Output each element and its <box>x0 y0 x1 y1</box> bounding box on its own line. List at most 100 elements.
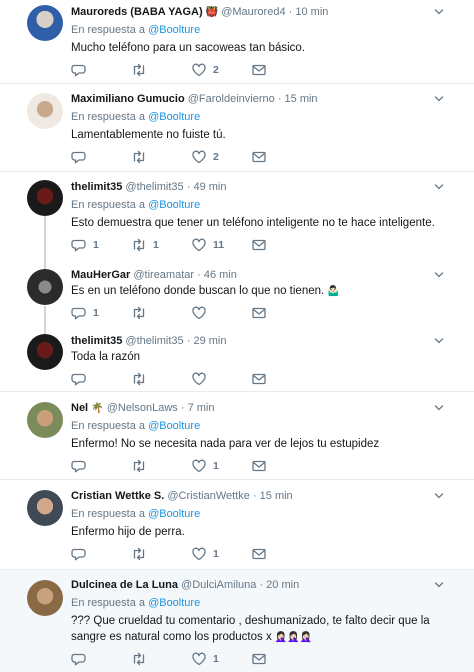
like-button[interactable]: 1 <box>191 458 219 474</box>
display-name[interactable]: thelimit35 <box>71 181 122 193</box>
reply-to-link[interactable]: @Boolture <box>148 111 200 123</box>
direct-message-button[interactable] <box>251 305 267 321</box>
retweet-button[interactable] <box>131 305 153 321</box>
tweet-text: Esto demuestra que tener un teléfono int… <box>71 217 435 229</box>
tweet-header: thelimit35 @thelimit35 · 29 min <box>71 335 226 347</box>
user-handle[interactable]: @CristianWettke <box>167 490 249 502</box>
tweet-text: Enfermo hijo de perra. <box>71 526 185 538</box>
reply-button[interactable] <box>71 458 93 474</box>
timestamp[interactable]: · 15 min <box>253 490 293 502</box>
retweet-button[interactable] <box>131 546 153 562</box>
direct-message-button[interactable] <box>251 62 267 78</box>
reply-button[interactable] <box>71 62 93 78</box>
retweet-button[interactable]: 1 <box>131 237 159 253</box>
reply-to-link[interactable]: @Boolture <box>148 597 200 609</box>
timestamp[interactable]: · 20 min <box>259 579 299 591</box>
direct-message-button[interactable] <box>251 458 267 474</box>
timestamp[interactable]: · 46 min <box>197 269 237 281</box>
like-button[interactable]: 1 <box>191 546 219 562</box>
tweet-text-body: ??? Que crueldad tu comentario , deshuma… <box>71 615 430 643</box>
direct-message-button[interactable] <box>251 371 267 387</box>
like-button[interactable]: 1 <box>191 651 219 667</box>
timestamp[interactable]: · 7 min <box>181 402 215 414</box>
tweet[interactable]: Maximiliano Gumucio @Faroldeinvierno · 1… <box>0 84 474 172</box>
avatar[interactable] <box>27 490 63 526</box>
reply-to-link[interactable]: @Boolture <box>148 508 200 520</box>
tweet[interactable]: thelimit35 @thelimit35 · 29 min Toda la … <box>0 326 474 392</box>
display-name[interactable]: thelimit35 <box>71 335 122 347</box>
reply-button[interactable]: 1 <box>71 237 99 253</box>
chevron-down-icon[interactable] <box>434 270 444 280</box>
display-name[interactable]: Nel <box>71 402 88 414</box>
tweet[interactable]: MauHerGar @tireamatar · 46 min Es en un … <box>0 260 474 326</box>
avatar[interactable] <box>27 334 63 370</box>
display-name[interactable]: Dulcinea de La Luna <box>71 579 178 591</box>
user-handle[interactable]: @NelsonLaws <box>107 402 178 414</box>
avatar[interactable] <box>27 93 63 129</box>
direct-message-button[interactable] <box>251 651 267 667</box>
reply-button[interactable]: 1 <box>71 305 99 321</box>
direct-message-button[interactable] <box>251 546 267 562</box>
timestamp[interactable]: · 29 min <box>187 335 227 347</box>
chevron-down-icon[interactable] <box>434 336 444 346</box>
reply-to-link[interactable]: @Boolture <box>148 420 200 432</box>
user-handle[interactable]: @DulciAmiluna <box>181 579 256 591</box>
reply-button[interactable] <box>71 651 93 667</box>
avatar[interactable] <box>27 269 63 305</box>
user-handle[interactable]: @tireamatar <box>133 269 194 281</box>
direct-message-button[interactable] <box>251 237 267 253</box>
chevron-down-icon[interactable] <box>434 491 444 501</box>
chevron-down-icon[interactable] <box>434 182 444 192</box>
reply-button[interactable] <box>71 546 93 562</box>
name-emoji: 🌴 <box>91 403 104 414</box>
display-name[interactable]: Cristian Wettke S. <box>71 490 164 502</box>
tweet[interactable]: Mauroreds (BABA YAGA) 👹 @Maurored4 · 10 … <box>0 0 474 84</box>
tweet[interactable]: Nel 🌴 @NelsonLaws · 7 min En respuesta a… <box>0 392 474 480</box>
timestamp[interactable]: · 15 min <box>278 93 318 105</box>
like-button[interactable]: 2 <box>191 149 219 165</box>
timestamp[interactable]: · 10 min <box>289 6 329 18</box>
retweet-button[interactable] <box>131 651 153 667</box>
chevron-down-icon[interactable] <box>434 580 444 590</box>
tweet[interactable]: thelimit35 @thelimit35 · 49 min En respu… <box>0 172 474 260</box>
user-handle[interactable]: @thelimit35 <box>125 181 183 193</box>
tweet-text: ??? Que crueldad tu comentario , deshuma… <box>71 613 454 646</box>
avatar[interactable] <box>27 402 63 438</box>
display-name[interactable]: Maximiliano Gumucio <box>71 93 185 105</box>
like-button[interactable] <box>191 371 213 387</box>
chevron-down-icon[interactable] <box>434 7 444 17</box>
reply-prefix: En respuesta a <box>71 597 145 609</box>
tweet-header: Maximiliano Gumucio @Faroldeinvierno · 1… <box>71 93 318 105</box>
reply-button[interactable] <box>71 149 93 165</box>
avatar[interactable] <box>27 580 63 616</box>
tweet-header: Cristian Wettke S. @CristianWettke · 15 … <box>71 490 293 502</box>
chevron-down-icon[interactable] <box>434 94 444 104</box>
user-handle[interactable]: @thelimit35 <box>125 335 183 347</box>
tweet-text: Toda la razón <box>71 351 141 363</box>
chevron-down-icon[interactable] <box>434 403 444 413</box>
retweet-icon <box>131 305 147 321</box>
mail-icon <box>251 371 267 387</box>
retweet-button[interactable] <box>131 62 153 78</box>
retweet-button[interactable] <box>131 149 153 165</box>
avatar[interactable] <box>27 5 63 41</box>
display-name[interactable]: MauHerGar <box>71 269 130 281</box>
avatar[interactable] <box>27 180 63 216</box>
retweet-button[interactable] <box>131 458 153 474</box>
mail-icon <box>251 149 267 165</box>
reply-to-link[interactable]: @Boolture <box>148 24 200 36</box>
reply-count: 1 <box>93 239 99 251</box>
tweet[interactable]: Dulcinea de La Luna @DulciAmiluna · 20 m… <box>0 570 474 672</box>
user-handle[interactable]: @Faroldeinvierno <box>188 93 275 105</box>
like-button[interactable]: 2 <box>191 62 219 78</box>
like-button[interactable] <box>191 305 213 321</box>
display-name[interactable]: Mauroreds (BABA YAGA) <box>71 6 203 18</box>
like-button[interactable]: 11 <box>191 237 224 253</box>
retweet-button[interactable] <box>131 371 153 387</box>
direct-message-button[interactable] <box>251 149 267 165</box>
reply-to-link[interactable]: @Boolture <box>148 199 200 211</box>
user-handle[interactable]: @Maurored4 <box>221 6 285 18</box>
tweet[interactable]: Cristian Wettke S. @CristianWettke · 15 … <box>0 480 474 570</box>
reply-button[interactable] <box>71 371 93 387</box>
timestamp[interactable]: · 49 min <box>187 181 227 193</box>
